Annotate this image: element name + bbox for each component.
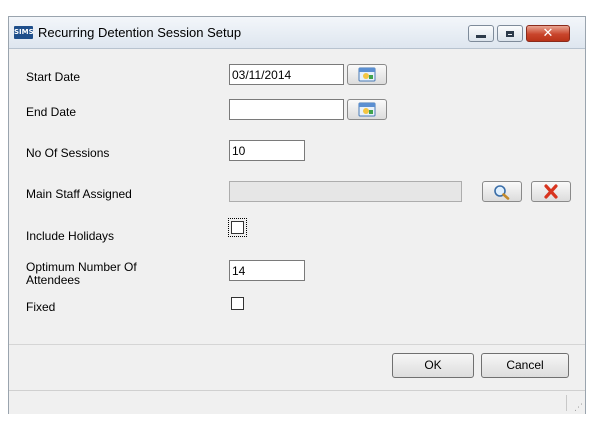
resize-grip-icon[interactable]: ⋰ xyxy=(574,403,583,412)
main-staff-input xyxy=(229,181,462,202)
no-of-sessions-input[interactable]: 10 xyxy=(229,140,305,161)
cancel-button[interactable]: Cancel xyxy=(481,353,569,378)
status-bar: ⋰ xyxy=(9,390,585,414)
fixed-label: Fixed xyxy=(26,300,56,314)
maximize-button[interactable] xyxy=(497,25,523,42)
start-date-input[interactable]: 03/11/2014 xyxy=(229,64,344,85)
close-button[interactable]: ✕ xyxy=(526,25,570,42)
red-x-icon xyxy=(544,184,558,199)
sims-app-icon: SIMS xyxy=(14,26,34,39)
minimize-button[interactable] xyxy=(468,25,494,42)
main-staff-label: Main Staff Assigned xyxy=(26,187,132,201)
optimum-attendees-label: Optimum Number Of Attendees xyxy=(26,260,137,287)
include-holidays-checkbox[interactable] xyxy=(231,221,244,234)
minimize-icon xyxy=(476,35,486,38)
end-date-calendar-button[interactable] xyxy=(347,99,387,120)
staff-clear-button[interactable] xyxy=(531,181,571,202)
no-of-sessions-label: No Of Sessions xyxy=(26,146,110,160)
fixed-checkbox[interactable] xyxy=(231,297,244,310)
title-bar[interactable]: SIMS Recurring Detention Session Setup ✕ xyxy=(9,17,585,49)
end-date-label: End Date xyxy=(26,105,77,119)
window-title: Recurring Detention Session Setup xyxy=(38,25,242,40)
optimum-attendees-input[interactable]: 14 xyxy=(229,260,305,281)
ok-button[interactable]: OK xyxy=(392,353,474,378)
form-area: Start Date 03/11/2014 End Date No Of Ses… xyxy=(9,49,585,344)
calendar-icon xyxy=(358,67,376,82)
magnifier-icon xyxy=(494,184,510,200)
include-holidays-label: Include Holidays xyxy=(26,229,115,243)
maximize-icon xyxy=(506,30,514,37)
start-date-label: Start Date xyxy=(26,70,81,84)
close-icon: ✕ xyxy=(542,26,554,41)
calendar-icon xyxy=(358,102,376,117)
status-separator xyxy=(566,395,567,411)
staff-search-button[interactable] xyxy=(482,181,522,202)
dialog-window: SIMS Recurring Detention Session Setup ✕… xyxy=(8,16,586,414)
footer-divider xyxy=(9,344,585,345)
end-date-input[interactable] xyxy=(229,99,344,120)
start-date-calendar-button[interactable] xyxy=(347,64,387,85)
